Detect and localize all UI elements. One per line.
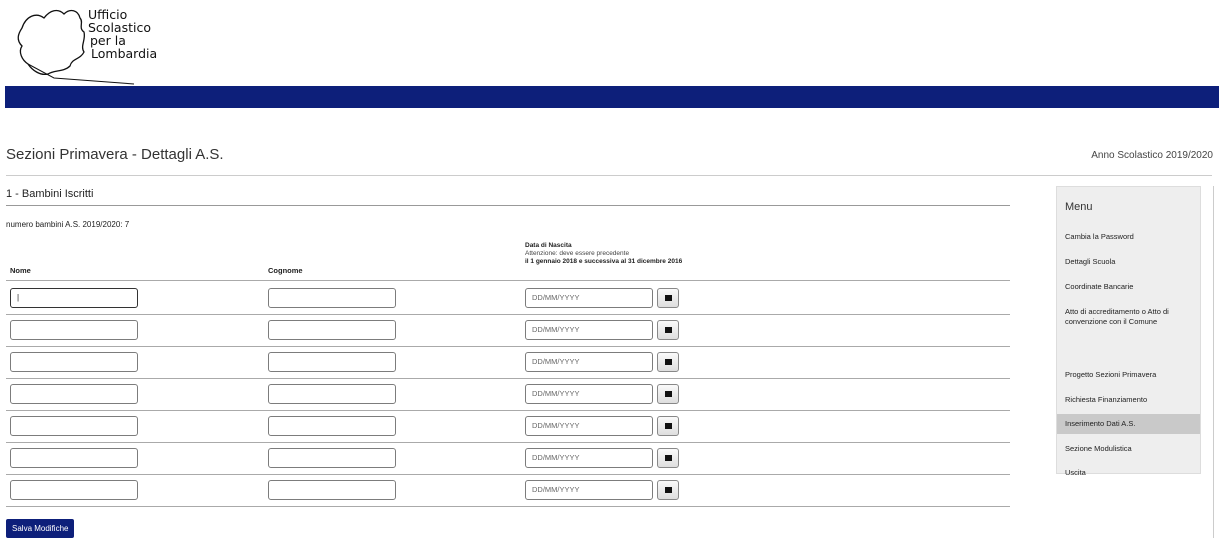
- menu-item[interactable]: Coordinate Bancarie: [1057, 282, 1200, 292]
- calendar-button[interactable]: [657, 288, 679, 308]
- birthdate-input[interactable]: DD/MM/YYYY: [525, 352, 653, 372]
- cognome-input[interactable]: [268, 416, 396, 436]
- cognome-input[interactable]: [268, 448, 396, 468]
- column-header-cognome: Cognome: [268, 266, 303, 275]
- row-divider: [6, 314, 1010, 315]
- nome-input[interactable]: [10, 320, 138, 340]
- nome-input[interactable]: [10, 384, 138, 404]
- birthdate-input[interactable]: DD/MM/YYYY: [525, 288, 653, 308]
- row-divider: [6, 474, 1010, 475]
- logo-text: Ufficio Scolastico per la Lombardia: [88, 8, 157, 60]
- row-divider: [6, 378, 1010, 379]
- cognome-input[interactable]: [268, 288, 396, 308]
- school-year-label: Anno Scolastico 2019/2020: [1091, 150, 1213, 161]
- menu-item[interactable]: Cambia la Password: [1057, 232, 1200, 242]
- calendar-icon: [665, 391, 672, 397]
- calendar-icon: [665, 423, 672, 429]
- row-divider: [6, 506, 1010, 507]
- menu-item[interactable]: Uscita: [1057, 468, 1200, 478]
- row-divider: [6, 410, 1010, 411]
- cognome-input[interactable]: [268, 320, 396, 340]
- header-bar: [5, 86, 1219, 108]
- divider: [1213, 186, 1214, 538]
- cognome-input[interactable]: [268, 384, 396, 404]
- menu-title: Menu: [1065, 201, 1093, 213]
- birthdate-input[interactable]: DD/MM/YYYY: [525, 416, 653, 436]
- date-header-title: Data di Nascita: [525, 242, 572, 249]
- nome-input[interactable]: [10, 480, 138, 500]
- row-divider: [6, 346, 1010, 347]
- menu-item[interactable]: Richiesta Finanziamento: [1057, 395, 1200, 405]
- birthdate-input[interactable]: DD/MM/YYYY: [525, 480, 653, 500]
- header: Ufficio Scolastico per la Lombardia: [0, 0, 1219, 86]
- side-menu: Menu Cambia la Password Dettagli Scuola Co…: [1056, 186, 1201, 477]
- column-header-date: Data di Nascita Attenzione: deve essere …: [525, 242, 682, 266]
- calendar-icon: [665, 327, 672, 333]
- birthdate-input[interactable]: DD/MM/YYYY: [525, 320, 653, 340]
- calendar-icon: [665, 359, 672, 365]
- calendar-button[interactable]: [657, 448, 679, 468]
- nome-input[interactable]: |: [10, 288, 138, 308]
- calendar-button[interactable]: [657, 320, 679, 340]
- nome-input[interactable]: [10, 448, 138, 468]
- column-header-nome: Nome: [10, 266, 31, 275]
- row-divider: [6, 442, 1010, 443]
- menu-item[interactable]: Progetto Sezioni Primavera: [1057, 370, 1200, 380]
- menu-item[interactable]: Sezione Modulistica: [1057, 444, 1200, 454]
- divider: [6, 175, 1212, 176]
- menu-item[interactable]: Atto di accreditamento o Atto di convenz…: [1057, 307, 1200, 327]
- date-header-warning: Attenzione: deve essere precedente: [525, 250, 630, 257]
- calendar-icon: [665, 295, 672, 301]
- divider: [6, 205, 1010, 206]
- menu-item[interactable]: Inserimento Dati A.S.: [1057, 414, 1200, 434]
- save-button[interactable]: Salva Modifiche: [6, 519, 75, 538]
- header-divider: [6, 280, 1010, 281]
- cognome-input[interactable]: [268, 352, 396, 372]
- birthdate-input[interactable]: DD/MM/YYYY: [525, 384, 653, 404]
- calendar-button[interactable]: [657, 480, 679, 500]
- birthdate-input[interactable]: DD/MM/YYYY: [525, 448, 653, 468]
- calendar-button[interactable]: [657, 416, 679, 436]
- calendar-icon: [665, 487, 672, 493]
- calendar-icon: [665, 455, 672, 461]
- calendar-button[interactable]: [657, 384, 679, 404]
- date-header-range: il 1 gennaio 2018 e successiva al 31 dic…: [525, 258, 683, 265]
- nome-input[interactable]: [10, 416, 138, 436]
- section-title: 1 - Bambini Iscritti: [6, 188, 94, 200]
- nome-input[interactable]: [10, 352, 138, 372]
- menu-item[interactable]: Dettagli Scuola: [1057, 257, 1200, 267]
- children-count: numero bambini A.S. 2019/2020: 7: [6, 220, 130, 229]
- cognome-input[interactable]: [268, 480, 396, 500]
- calendar-button[interactable]: [657, 352, 679, 372]
- page-title: Sezioni Primavera - Dettagli A.S.: [6, 146, 224, 163]
- logo-line: Lombardia: [91, 46, 158, 61]
